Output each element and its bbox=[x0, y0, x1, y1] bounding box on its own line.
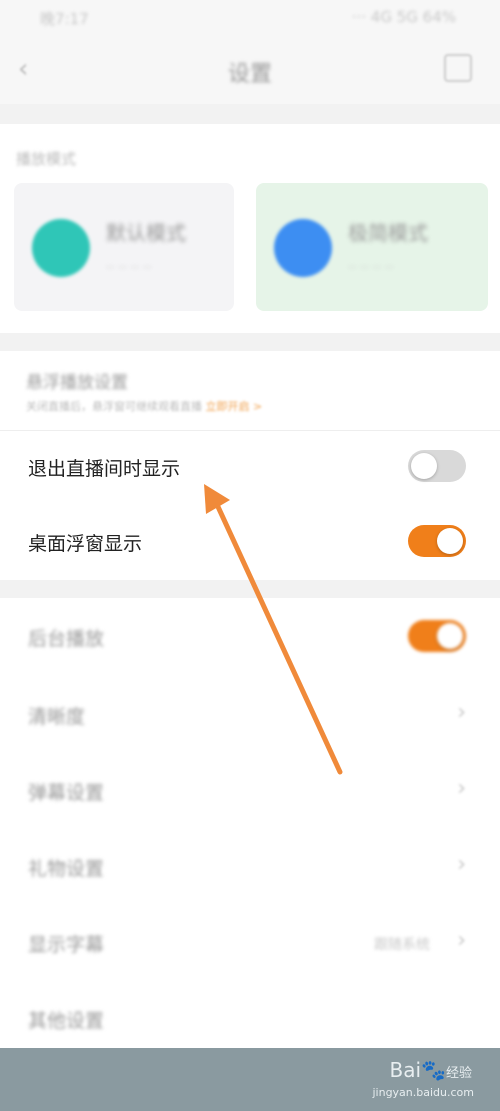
annotation-arrow bbox=[204, 484, 343, 775]
arrow-shaft bbox=[211, 495, 343, 775]
